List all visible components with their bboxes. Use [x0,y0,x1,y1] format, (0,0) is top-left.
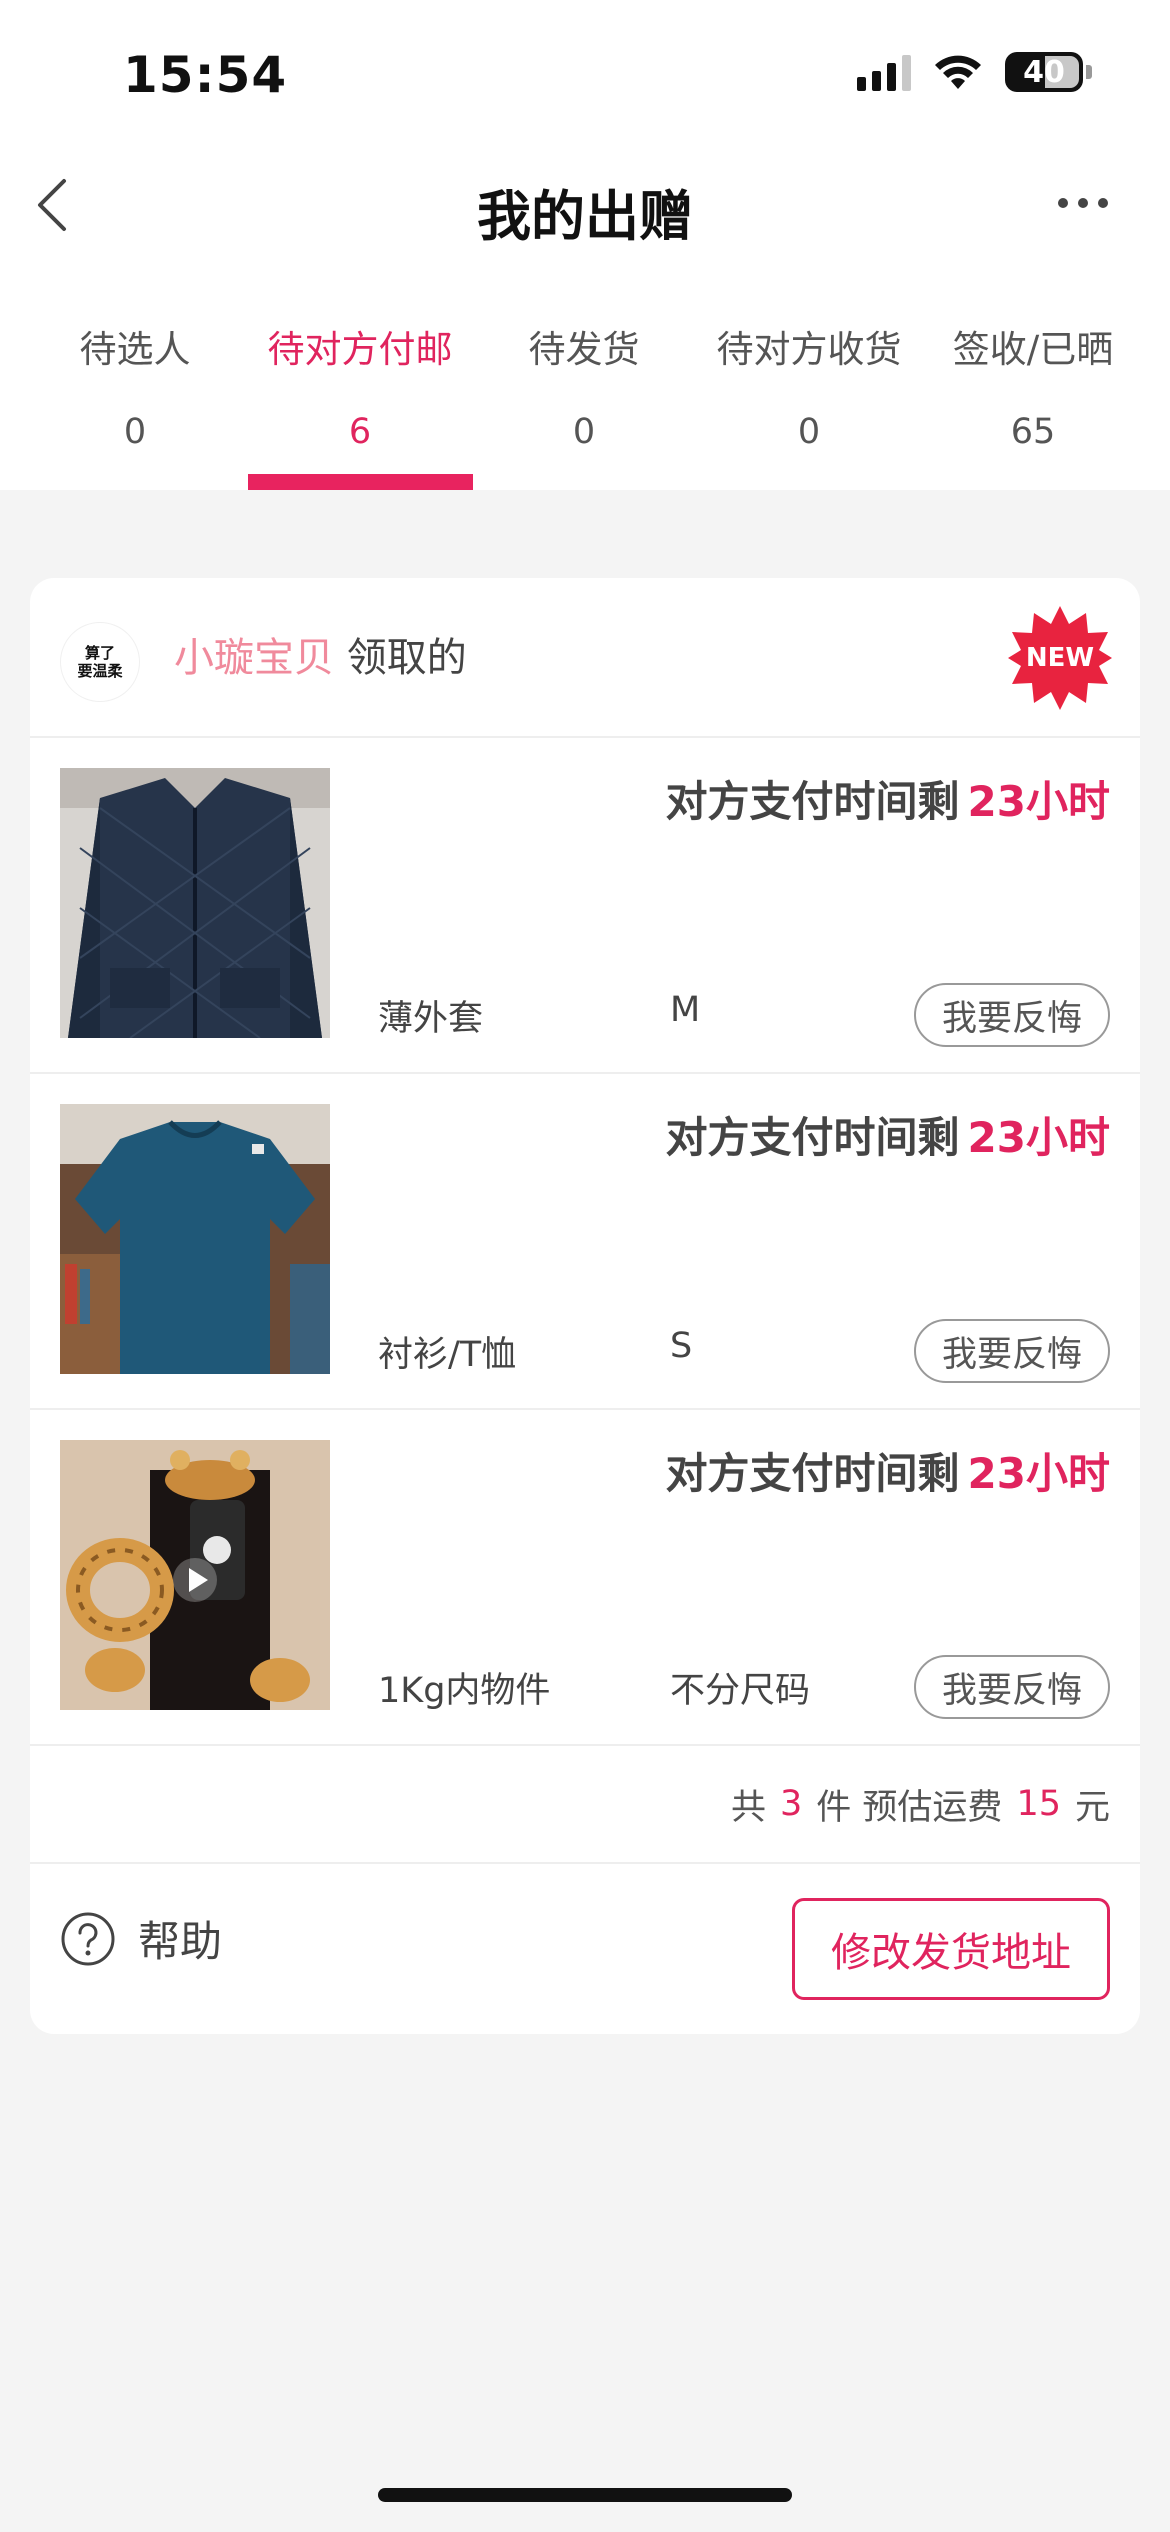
tab-label: 待选人 [79,328,191,371]
item-video-thumbnail[interactable] [60,1440,330,1710]
help-link[interactable]: 帮助 [60,1908,222,1969]
tab-count: 6 [348,412,372,452]
receiver-suffix: 领取的 [346,635,467,681]
item-size: M [670,990,701,1030]
new-badge: NEW [1008,606,1112,710]
tab-label: 待对方付邮 [267,328,453,371]
order-summary: 共 3 件 预估运费 15 元 [30,1746,1140,1864]
timer-hours: 23小时 [967,1113,1110,1162]
cellular-signal-icon [857,53,911,91]
summary-suffix: 元 [1074,1787,1110,1828]
item-category: 衬衫/T恤 [378,1335,517,1375]
page-title: 我的出赠 [477,185,693,248]
tab-pending-receipt[interactable]: 待对方收货 0 [694,325,924,457]
tab-label: 待对方收货 [716,328,902,371]
payment-timer: 对方支付时间剩 23小时 [666,768,1110,829]
tab-received[interactable]: 签收/已晒 65 [918,325,1148,457]
more-horizontal-icon[interactable] [1058,198,1108,208]
tab-count: 0 [123,412,147,452]
item-size: 不分尺码 [670,1671,811,1711]
payment-timer: 对方支付时间剩 23小时 [666,1104,1110,1165]
tab-label: 待发货 [528,328,640,371]
new-badge-label: NEW [1025,643,1095,673]
help-icon [61,1912,115,1965]
avatar-text-line: 要温柔 [77,662,123,680]
active-tab-indicator [248,474,473,490]
timer-label: 对方支付时间剩 [665,1449,960,1498]
tab-count: 65 [1010,412,1056,452]
receiver-line: 小璇宝贝 领取的 [174,630,467,686]
timer-hours: 23小时 [967,777,1110,826]
regret-button[interactable]: 我要反悔 [914,983,1110,1047]
gift-item[interactable]: 对方支付时间剩 23小时 薄外套 M 我要反悔 [30,738,1140,1074]
tab-label: 签收/已晒 [952,328,1114,371]
timer-hours: 23小时 [967,1449,1110,1498]
shipping-fee: 15 [1016,1784,1061,1824]
timer-label: 对方支付时间剩 [665,1113,960,1162]
timer-label: 对方支付时间剩 [665,777,960,826]
gift-item[interactable]: 对方支付时间剩 23小时 衬衫/T恤 S 我要反悔 [30,1074,1140,1410]
tab-pending-select[interactable]: 待选人 0 [20,325,250,457]
receiver-name[interactable]: 小璇宝贝 [174,635,334,681]
item-count: 3 [780,1784,803,1824]
regret-button[interactable]: 我要反悔 [914,1655,1110,1719]
summary-middle: 件 预估运费 [816,1787,1003,1828]
item-photo[interactable] [60,1104,330,1374]
status-time: 15:54 [123,46,288,104]
summary-prefix: 共 [731,1787,767,1828]
regret-button[interactable]: 我要反悔 [914,1319,1110,1383]
modify-address-button[interactable]: 修改发货地址 [792,1898,1110,2000]
tab-count: 0 [797,412,821,452]
home-indicator [378,2488,792,2502]
status-icons: 40 [857,52,1092,92]
gift-item[interactable]: 对方支付时间剩 23小时 1Kg内物件 不分尺码 我要反悔 [30,1410,1140,1746]
avatar[interactable]: 算了 要温柔 [60,622,140,702]
item-size: S [670,1326,693,1366]
card-header: 算了 要温柔 小璇宝贝 领取的 NEW [30,578,1140,738]
gift-card: 算了 要温柔 小璇宝贝 领取的 NEW 对方支付时间剩 23小时 薄外套 M 我… [30,578,1140,2034]
item-photo[interactable] [60,768,330,1038]
tab-pending-postage[interactable]: 待对方付邮 6 [245,325,475,457]
item-category: 薄外套 [378,999,484,1039]
payment-timer: 对方支付时间剩 23小时 [666,1440,1110,1501]
wifi-icon [935,55,981,89]
item-category: 1Kg内物件 [378,1671,551,1711]
battery-icon: 40 [1005,52,1092,92]
tab-count: 0 [572,412,596,452]
battery-level: 40 [1023,54,1065,90]
tab-pending-shipment[interactable]: 待发货 0 [469,325,699,457]
help-label: 帮助 [138,1917,223,1966]
avatar-text-line: 算了 [84,644,115,662]
